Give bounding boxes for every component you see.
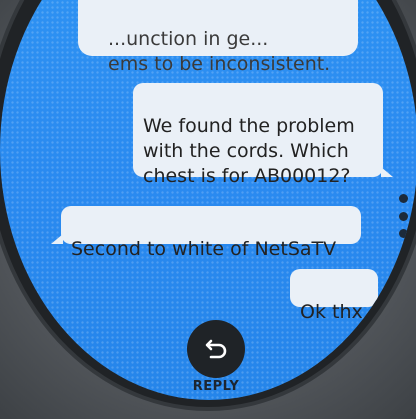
bubble-tail: [381, 167, 393, 177]
reply-label: REPLY: [192, 379, 240, 394]
sent-message-bubble: We found the problem with the cords. Whi…: [133, 83, 393, 187]
message-text: We found the problem with the cords. Whi…: [143, 115, 355, 187]
bubble-tail: [51, 234, 63, 244]
message-text: ...unction in ge... ems to be inconsiste…: [108, 28, 331, 75]
watch-photo: ...unction in ge... ems to be inconsiste…: [0, 0, 416, 419]
bubble-tail: [376, 297, 388, 307]
received-message-bubble: Second to white of NetSaTV: [51, 206, 361, 260]
reply-arrow-icon: [205, 339, 227, 359]
message-text: Ok thx: [300, 301, 363, 323]
message-text: Second to white of NetSaTV: [71, 238, 337, 260]
sent-message-bubble: Ok thx: [290, 269, 388, 323]
reply-button[interactable]: [187, 320, 245, 378]
more-vert-icon[interactable]: [396, 194, 410, 238]
message-bubble-partial: ...unction in ge... ems to be inconsiste…: [78, 0, 358, 75]
